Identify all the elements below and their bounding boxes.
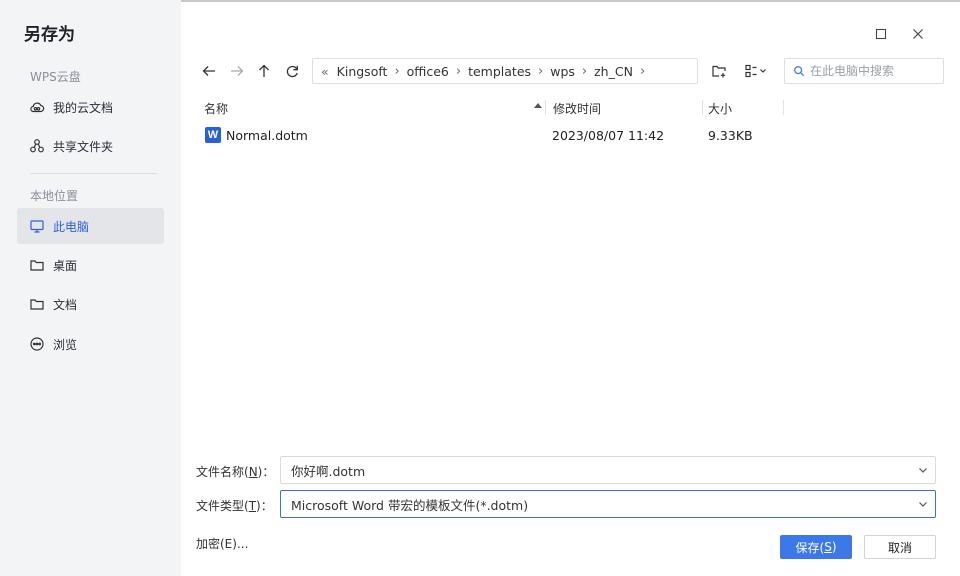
chevron-right-icon: › [538,63,544,79]
maximize-button[interactable] [871,24,891,44]
filetype-value: Microsoft Word 带宏的模板文件(*.dotm) [291,497,529,513]
sidebar-item-label: 共享文件夹 [53,139,114,154]
breadcrumb-item[interactable]: office6 [403,64,453,79]
chevron-right-icon: › [394,63,400,79]
file-row[interactable]: W Normal.dotm 2023/08/07 11:42 9.33KB [196,124,796,148]
chevron-right-icon: › [581,63,588,79]
folder-icon [29,296,45,312]
column-header-modified[interactable]: 修改时间 [553,100,601,117]
arrow-up-icon [259,64,269,77]
new-folder-button[interactable] [708,60,730,82]
chevron-down-icon[interactable] [917,498,929,510]
chevron-right-icon: › [455,63,462,79]
up-button[interactable] [253,60,275,82]
share-folder-icon [29,138,45,154]
breadcrumb-item[interactable]: zh_CN [590,64,637,79]
sidebar-item-documents[interactable]: 文档 [17,286,164,322]
refresh-button[interactable] [281,60,303,82]
search-box[interactable] [784,58,944,84]
maximize-icon [875,28,887,40]
filetype-label: 文件类型(T)： [196,499,273,513]
chevron-down-icon[interactable] [917,464,929,476]
folder-icon [29,257,45,273]
column-divider[interactable] [545,100,546,115]
dialog-title: 另存为 [24,25,75,45]
filename-field[interactable] [280,456,936,484]
cloud-icon [29,99,45,115]
view-mode-button[interactable] [740,60,774,82]
breadcrumb[interactable]: « Kingsoft › office6 › templates › wps ›… [312,58,698,84]
computer-icon [29,218,45,234]
double-chevron-left-icon[interactable]: « [321,64,333,79]
sidebar-divider [30,173,157,174]
refresh-icon [286,65,298,78]
filename-label: 文件名称(N)： [196,465,275,479]
cloud-section-label: WPS云盘 [30,70,81,84]
sort-ascending-icon [534,103,542,108]
sidebar-item-label: 我的云文档 [53,100,114,115]
close-icon [913,29,923,39]
arrow-left-icon [202,66,215,76]
word-document-icon: W [205,127,221,143]
sidebar-item-this-pc[interactable]: 此电脑 [17,208,164,244]
save-button[interactable]: 保存(S) [780,535,852,559]
sidebar-item-label: 此电脑 [53,219,90,234]
sidebar-item-label: 桌面 [53,258,78,273]
column-divider[interactable] [702,100,703,115]
sidebar-item-label: 文档 [53,297,78,312]
sidebar-item-label: 浏览 [53,337,78,352]
breadcrumb-item[interactable]: templates [464,64,535,79]
breadcrumb-item[interactable]: wps [546,64,579,79]
chevron-right-icon[interactable]: › [637,64,648,79]
forward-button[interactable] [226,60,248,82]
save-as-dialog: 另存为 WPS云盘 我的云文档 共享文件夹 本地位置 此电脑 桌面 文档 浏览 … [0,0,960,576]
file-size: 9.33KB [708,128,753,143]
close-button[interactable] [908,24,928,44]
sidebar-item-my-cloud-docs[interactable]: 我的云文档 [17,89,164,125]
column-header-name[interactable]: 名称 [204,100,228,117]
new-folder-icon [712,65,726,78]
filename-input[interactable] [291,462,891,478]
local-section-label: 本地位置 [30,189,79,203]
back-button[interactable] [198,60,220,82]
list-view-icon [745,64,766,78]
encrypt-link[interactable]: 加密(E)... [196,535,248,552]
cancel-button[interactable]: 取消 [864,535,936,559]
sidebar-item-desktop[interactable]: 桌面 [17,247,164,283]
arrow-right-icon [231,66,244,76]
column-divider[interactable] [783,100,784,115]
file-name: Normal.dotm [226,128,308,143]
sidebar-item-browse[interactable]: 浏览 [17,326,164,362]
filetype-select[interactable]: Microsoft Word 带宏的模板文件(*.dotm) [280,490,936,518]
sidebar: 另存为 WPS云盘 我的云文档 共享文件夹 本地位置 此电脑 桌面 文档 浏览 [0,0,181,576]
column-header-size[interactable]: 大小 [708,100,732,117]
browse-icon [29,336,45,352]
file-modified: 2023/08/07 11:42 [552,128,665,143]
search-icon [794,66,805,77]
sidebar-item-shared-folder[interactable]: 共享文件夹 [17,128,164,164]
breadcrumb-item[interactable]: Kingsoft [333,64,392,79]
search-input[interactable] [810,64,940,78]
